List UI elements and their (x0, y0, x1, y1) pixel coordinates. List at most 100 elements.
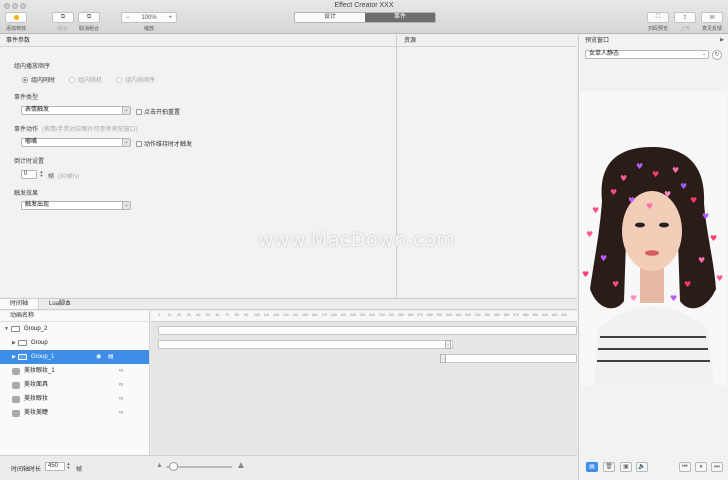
preview-image-button[interactable]: ▣ (620, 462, 632, 472)
upload-button[interactable]: ⇪ 上传 (674, 12, 696, 32)
chevron-down-icon: ⌄ (700, 51, 708, 58)
tab-timeline[interactable]: 时间轴 (0, 299, 40, 309)
track-group-1[interactable] (440, 354, 577, 363)
radio-group-random[interactable]: 组内随机 (69, 75, 102, 84)
event-action-select[interactable]: 嘟嘴 ⌄ (21, 138, 131, 147)
radio-dot (69, 76, 76, 83)
track-start-handle[interactable]: ‹ (440, 354, 446, 363)
ruler-tick: 360 (503, 313, 510, 317)
group-order-label: 组内播放顺序 (14, 64, 51, 70)
zoom-out-button[interactable]: − (126, 15, 130, 21)
event-type-value: 表情触发 (25, 107, 50, 113)
ruler-tick: 390 (532, 313, 539, 317)
radio-label: 组内随机 (78, 78, 103, 84)
countdown-unit-text: 帧 (48, 174, 55, 180)
radio-dot (116, 76, 123, 83)
scan-preview-button[interactable]: ⛶ 扫码预览 (645, 12, 671, 32)
duration-stepper[interactable]: ▲ ▼ (66, 462, 71, 471)
link-icon[interactable]: ∞ (119, 378, 123, 392)
svg-text:♥: ♥ (586, 230, 593, 239)
restart-on-click-checkbox[interactable]: 点击开拍重置 (136, 107, 180, 116)
track-end-handle[interactable]: › (445, 340, 451, 349)
tab-lua-script[interactable]: Lua脚本 (39, 299, 81, 309)
tree-item-group-2[interactable]: ▼ Group_2 (0, 322, 149, 336)
tree-item-makeup-eye[interactable]: 美妆眼妆 ∞ (0, 392, 149, 406)
tree-item-group-1[interactable]: ▶ Group_1 ◉ ▤ (0, 350, 149, 364)
timeline-zoom-knob[interactable] (169, 462, 178, 471)
countdown-input[interactable]: 0 (21, 170, 37, 179)
animation-name-header: 动画名称 (0, 311, 149, 322)
skip-forward-icon[interactable]: ⏭ (711, 462, 723, 472)
lock-icon[interactable]: ▤ (108, 350, 114, 364)
disclosure-triangle-icon[interactable]: ▶ (12, 350, 16, 364)
pause-icon[interactable]: ⏸ (695, 462, 707, 472)
skip-back-icon[interactable]: ⏮ (679, 462, 691, 472)
countdown-label: 倒计时设置 (14, 159, 45, 165)
ruler-tick: 140 (292, 313, 299, 317)
track-group-2[interactable] (158, 326, 577, 335)
group-order-radio-group: 组内同时 组内随机 组内按顺序 (22, 75, 155, 84)
svg-text:♥: ♥ (670, 294, 677, 303)
tree-item-makeup-mask[interactable]: 美妆面具 ∞ (0, 378, 149, 392)
ruler-tick: 300 (446, 313, 452, 317)
ruler-tick: 20 (177, 313, 182, 317)
countdown-stepper[interactable]: ▲ ▼ (39, 170, 44, 179)
svg-text:♥: ♥ (610, 188, 617, 197)
radio-group-simultaneous[interactable]: 组内同时 (22, 75, 55, 84)
feedback-button[interactable]: ✉ 意见反馈 (700, 12, 724, 32)
add-effect-icon (13, 15, 19, 20)
zoom-in-mountain-icon[interactable]: ▲ (236, 460, 246, 471)
preview-mode-button[interactable]: ▤ (586, 462, 598, 472)
duration-label: 时间轴时长 (11, 467, 42, 473)
event-type-select[interactable]: 表情触发 ⌄ (21, 106, 131, 115)
svg-text:♥: ♥ (600, 254, 607, 263)
ruler-tick: 10 (167, 313, 172, 317)
ruler-tick: 110 (263, 313, 270, 317)
sound-icon[interactable]: 🔈 (636, 462, 648, 472)
disclosure-triangle-icon[interactable]: ▶ (12, 336, 16, 350)
tab-event[interactable]: 事件 (365, 13, 435, 22)
resources-panel: 资源 (398, 35, 577, 297)
chevron-down-icon: ⌄ (122, 107, 130, 114)
action-hold-trigger-checkbox[interactable]: 动作维持时才触发 (136, 139, 192, 148)
svg-text:♥: ♥ (664, 190, 671, 199)
preview-portrait: ♥ ♥ ♥ ♥ ♥ ♥ ♥ ♥ ♥ ♥ ♥ ♥ ♥ ♥ ♥ ♥ ♥ ♥ ♥ ♥ … (580, 91, 727, 385)
event-action-hint: (表情/手势对应图片可参考预览窗口) (42, 127, 138, 133)
preview-model-select[interactable]: 女单人静态 ⌄ (585, 50, 709, 59)
radio-group-sequential[interactable]: 组内按顺序 (116, 75, 155, 84)
tree-item-makeup-lash[interactable]: 美妆美睫 ∞ (0, 406, 149, 420)
zoom-in-button[interactable]: + (168, 15, 172, 21)
visibility-icon[interactable]: ◉ (96, 350, 101, 364)
tab-design[interactable]: 设计 (295, 13, 365, 22)
tree-item-group[interactable]: ▶ Group (0, 336, 149, 350)
svg-text:♥: ♥ (612, 280, 619, 289)
uncombine-button[interactable]: ⧉ 取消组合 (77, 12, 101, 32)
ruler-tick: 240 (388, 313, 395, 317)
duration-input[interactable]: 450 (45, 462, 65, 471)
trigger-effect-select[interactable]: 触发出现 ⌄ (21, 201, 131, 210)
refresh-icon[interactable]: ↻ (712, 50, 722, 60)
ruler-tick: 250 (398, 313, 404, 317)
disclosure-triangle-icon[interactable]: ▼ (4, 322, 9, 336)
preview-delete-button[interactable]: 🗑 (603, 462, 615, 472)
tree-item-label: 美妆美睫 (24, 410, 49, 416)
layer-icon (12, 368, 20, 375)
link-icon[interactable]: ∞ (119, 406, 123, 420)
link-icon[interactable]: ∞ (119, 364, 123, 378)
combine-button[interactable]: ⧉ 组合 (51, 12, 75, 32)
track-group[interactable] (158, 340, 453, 349)
ruler-tick: 190 (340, 313, 347, 317)
ruler-tick: 70 (225, 313, 230, 317)
add-effect-button[interactable]: 添加特效 (4, 12, 28, 32)
tree-item-label: 美妆面具 (24, 382, 49, 388)
combine-icon: ⧉ (60, 14, 66, 20)
window-title: Effect Creator XXX (334, 2, 394, 9)
link-icon[interactable]: ∞ (119, 392, 123, 406)
timeline-ruler[interactable]: 0 10 20 30 40 50 60 70 80 90 100 110 120 130 140 150 160… (151, 311, 577, 322)
zoom-out-mountain-icon[interactable]: ▲ (156, 462, 163, 469)
expand-arrow-icon[interactable]: ▶ (720, 37, 724, 43)
svg-text:♥: ♥ (702, 212, 709, 221)
countdown-unit: 帧 (30帧/s) (48, 171, 79, 180)
tree-item-makeup-eye-1[interactable]: 美妆眼妆_1 ∞ (0, 364, 149, 378)
checkbox-box (136, 140, 142, 147)
